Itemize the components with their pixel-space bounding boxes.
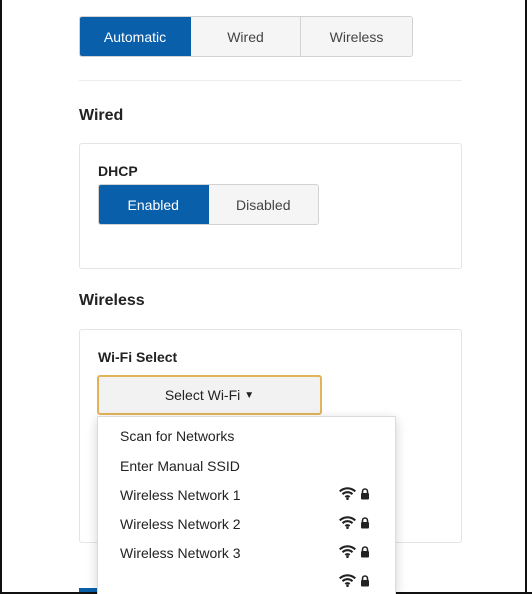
- wifi-dropdown-menu: Scan for Networks Enter Manual SSID Wire…: [97, 416, 396, 594]
- dhcp-label: DHCP: [98, 163, 138, 179]
- caret-down-icon: ▼: [244, 389, 255, 401]
- lock-icon: [361, 516, 369, 528]
- lock-icon: [361, 574, 369, 586]
- wifi-icon: [339, 574, 356, 587]
- wifi-icon: [339, 487, 356, 500]
- lock-icon: [361, 545, 369, 557]
- wifi-icon: [339, 545, 356, 558]
- mode-wireless-button[interactable]: Wireless: [301, 17, 412, 56]
- network-4-status: [339, 574, 370, 587]
- network-1-status: [339, 487, 370, 500]
- select-wifi-button[interactable]: Select Wi-Fi ▼: [97, 375, 322, 415]
- section-divider: [79, 80, 462, 81]
- menu-item-network-3[interactable]: Wireless Network 3: [120, 545, 241, 561]
- menu-item-network-1[interactable]: Wireless Network 1: [120, 487, 241, 503]
- lock-icon: [361, 487, 369, 499]
- dhcp-disabled-button[interactable]: Disabled: [208, 185, 318, 224]
- network-2-status: [339, 516, 370, 529]
- dhcp-enabled-button[interactable]: Enabled: [99, 185, 209, 224]
- connection-mode-selector: Automatic Wired Wireless: [79, 16, 413, 57]
- menu-item-scan-networks[interactable]: Scan for Networks: [120, 428, 234, 444]
- wifi-icon: [339, 516, 356, 529]
- wired-heading: Wired: [79, 107, 124, 124]
- wifi-select-label: Wi-Fi Select: [98, 349, 178, 365]
- select-wifi-button-label: Select Wi-Fi: [164, 387, 241, 403]
- mode-automatic-button[interactable]: Automatic: [80, 17, 191, 56]
- network-3-status: [339, 545, 370, 558]
- wired-card: DHCP Enabled Disabled: [79, 143, 462, 269]
- dhcp-toggle: Enabled Disabled: [98, 184, 319, 225]
- menu-item-network-2[interactable]: Wireless Network 2: [120, 516, 241, 532]
- menu-item-manual-ssid[interactable]: Enter Manual SSID: [120, 458, 240, 474]
- wireless-heading: Wireless: [79, 292, 145, 309]
- partial-button-edge: [79, 588, 97, 592]
- mode-wired-button[interactable]: Wired: [191, 17, 302, 56]
